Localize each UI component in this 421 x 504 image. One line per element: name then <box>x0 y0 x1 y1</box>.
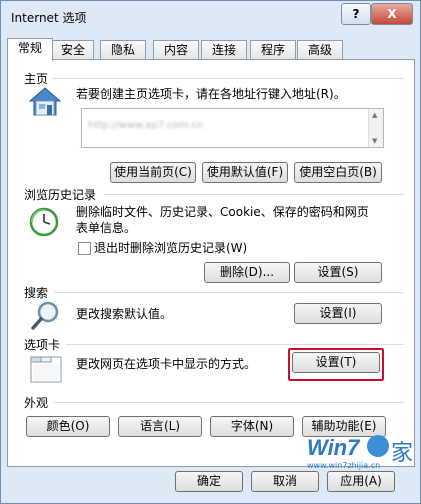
tabs-divider <box>66 344 404 345</box>
history-description-line2: 表单信息。 <box>76 221 137 235</box>
history-divider <box>104 194 404 195</box>
homepage-url-field[interactable]: http://www.xp7.com.cn ▲ ▼ <box>81 108 384 148</box>
delete-on-exit-checkbox[interactable] <box>78 242 91 255</box>
delete-on-exit-label: 退出时删除浏览历史记录(W) <box>94 241 248 255</box>
tabs-window-icon <box>30 354 62 386</box>
title-bar[interactable]: Internet 选项 ? X <box>1 1 420 31</box>
tab-advanced[interactable]: 高级 <box>297 40 343 60</box>
tab-programs[interactable]: 程序 <box>250 40 296 60</box>
search-description: 更改搜索默认值。 <box>76 307 173 321</box>
scroll-down-arrow-icon[interactable]: ▼ <box>372 137 377 145</box>
history-settings-button[interactable]: 设置(S) <box>294 262 382 283</box>
window-title: Internet 选项 <box>11 11 87 25</box>
tab-privacy[interactable]: 隐私 <box>100 40 146 60</box>
cancel-button[interactable]: 取消 <box>251 471 319 492</box>
magnifier-icon <box>30 300 62 332</box>
languages-button[interactable]: 语言(L) <box>118 416 202 437</box>
tab-connections[interactable]: 连接 <box>201 40 247 60</box>
watermark-brand: Win7 <box>307 435 360 460</box>
accessibility-button[interactable]: 辅助功能(E) <box>302 416 386 437</box>
use-current-button[interactable]: 使用当前页(C) <box>110 162 196 183</box>
appearance-section-title: 外观 <box>24 396 49 410</box>
tab-security[interactable]: 安全 <box>52 40 94 60</box>
scroll-up-arrow-icon[interactable]: ▲ <box>372 111 377 119</box>
ok-button[interactable]: 确定 <box>175 471 243 492</box>
general-tab-panel: 主页 若要创建主页选项卡，请在各地址行键入地址(R)。 http://www.x… <box>7 59 415 467</box>
tab-general[interactable]: 常规 <box>7 38 53 61</box>
use-default-button[interactable]: 使用默认值(F) <box>202 162 288 183</box>
watermark-cn: 家 <box>391 441 414 466</box>
delete-history-button[interactable]: 删除(D)... <box>204 262 290 283</box>
homepage-section-title: 主页 <box>24 72 49 86</box>
windows-logo-icon <box>367 435 389 457</box>
search-divider <box>54 292 404 293</box>
house-icon <box>28 86 62 118</box>
homepage-divider <box>52 78 404 79</box>
internet-options-window: Internet 选项 ? X 常规 安全 隐私 内容 连接 程序 高级 主页 … <box>0 0 421 504</box>
tabs-settings-button[interactable]: 设置(T) <box>292 352 380 373</box>
tabs-section-title: 选项卡 <box>24 338 61 352</box>
dialog-footer: 确定 取消 应用(A) <box>7 467 415 501</box>
tabs-description: 更改网页在选项卡中显示的方式。 <box>76 357 257 371</box>
search-settings-button[interactable]: 设置(I) <box>294 303 382 324</box>
appearance-divider <box>54 402 404 403</box>
use-blank-button[interactable]: 使用空白页(B) <box>294 162 382 183</box>
tab-content[interactable]: 内容 <box>153 40 199 60</box>
fonts-button[interactable]: 字体(N) <box>210 416 294 437</box>
apply-button[interactable]: 应用(A) <box>327 471 395 492</box>
url-scrollbar[interactable]: ▲ ▼ <box>368 109 383 147</box>
homepage-description: 若要创建主页选项卡，请在各地址行键入地址(R)。 <box>76 87 346 101</box>
homepage-url-text: http://www.xp7.com.cn <box>88 120 204 131</box>
help-button[interactable]: ? <box>341 3 371 25</box>
win7-watermark: Win7 家 www.win7zhijia.cn <box>301 435 413 471</box>
history-section-title: 浏览历史记录 <box>24 188 97 202</box>
history-clock-icon <box>28 206 60 238</box>
history-description-line1: 删除临时文件、历史记录、Cookie、保存的密码和网页 <box>76 205 369 219</box>
colors-button[interactable]: 颜色(O) <box>26 416 110 437</box>
search-section-title: 搜索 <box>24 286 49 300</box>
close-button[interactable]: X <box>371 3 413 25</box>
